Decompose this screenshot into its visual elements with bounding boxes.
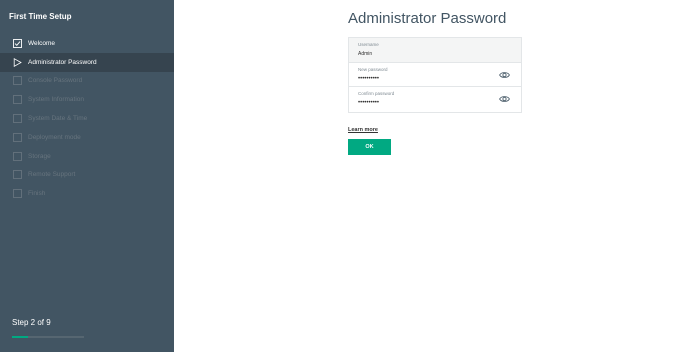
username-value: Admin (358, 51, 373, 57)
setup-progress-fill (12, 336, 28, 338)
sidebar-item-finish: Finish (0, 184, 174, 203)
checkbox-icon (13, 95, 22, 105)
confirm-password-input[interactable] (358, 99, 488, 107)
sidebar-item-label: Storage (28, 152, 51, 160)
confirm-password-field: Confirm password (349, 87, 521, 112)
sidebar-item-system-date-time: System Date & Time (0, 109, 174, 128)
step-counter: Step 2 of 9 (12, 318, 51, 327)
sidebar-title: First Time Setup (9, 12, 72, 21)
new-password-label: New password (358, 66, 388, 72)
checkbox-icon (13, 151, 22, 161)
checkbox-checked-icon (13, 38, 22, 48)
username-field: Username Admin (349, 38, 521, 63)
sidebar-item-system-information: System Information (0, 90, 174, 109)
sidebar-item-label: Console Password (28, 77, 83, 85)
sidebar: First Time Setup Welcome Administrator P… (0, 0, 174, 352)
sidebar-item-label: Administrator Password (28, 58, 97, 66)
sidebar-item-label: Remote Support (28, 171, 76, 179)
step-list: Welcome Administrator Password Console P… (0, 34, 174, 203)
page-title: Administrator Password (348, 10, 507, 27)
sidebar-item-administrator-password[interactable]: Administrator Password (0, 52, 174, 72)
checkbox-icon (13, 170, 22, 180)
new-password-input[interactable] (358, 74, 488, 83)
confirm-password-label: Confirm password (358, 91, 395, 96)
sidebar-item-storage: Storage (0, 147, 174, 166)
learn-more-link[interactable]: Learn more (348, 127, 378, 133)
sidebar-item-deployment-mode: Deployment mode (0, 128, 174, 147)
setup-progress-bar (12, 336, 84, 338)
checkbox-icon (13, 76, 22, 86)
show-password-icon[interactable] (499, 71, 510, 79)
sidebar-item-label: System Information (28, 96, 84, 104)
checkbox-icon (13, 189, 22, 199)
main-panel: Administrator Password Username Admin Ne… (174, 0, 694, 352)
sidebar-item-welcome[interactable]: Welcome (0, 34, 174, 53)
checkbox-icon (13, 132, 22, 142)
show-password-icon[interactable] (499, 95, 510, 103)
sidebar-item-label: Welcome (28, 39, 55, 47)
sidebar-item-console-password: Console Password (0, 72, 174, 91)
ok-button[interactable]: OK (348, 139, 391, 155)
checkbox-icon (13, 114, 22, 124)
sidebar-item-label: Deployment mode (28, 133, 81, 141)
sidebar-item-label: System Date & Time (28, 115, 88, 123)
sidebar-item-remote-support: Remote Support (0, 166, 174, 185)
sidebar-item-label: Finish (28, 190, 46, 198)
username-label: Username (358, 42, 379, 47)
password-form: Username Admin New password Confirm pass… (348, 37, 522, 113)
play-outline-icon (13, 57, 22, 67)
new-password-field: New password (349, 63, 521, 87)
